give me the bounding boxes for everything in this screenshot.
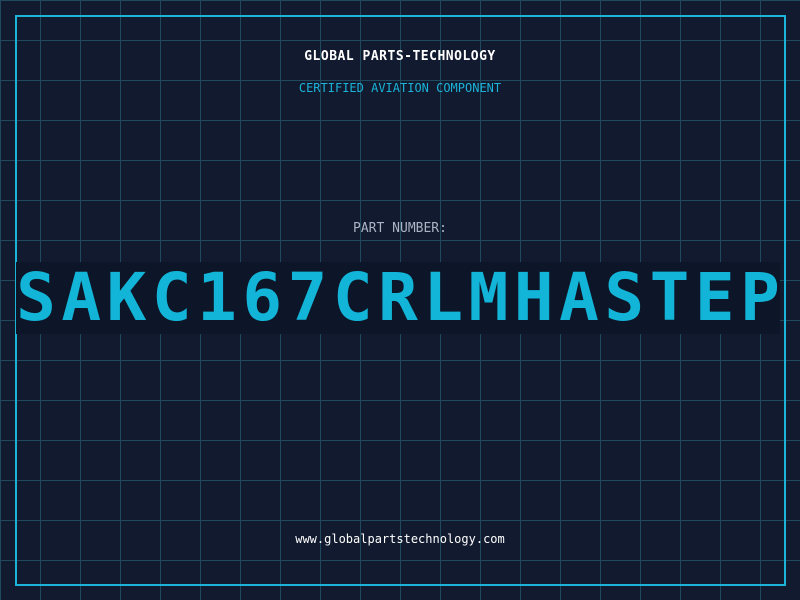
part-number: SAKC167CRLMHASTEP <box>16 262 780 334</box>
part-number-char: A <box>559 259 599 336</box>
part-number-char: 1 <box>197 259 237 336</box>
part-number-char: S <box>16 259 56 336</box>
part-number-char: R <box>378 259 418 336</box>
certification-subtitle: CERTIFIED AVIATION COMPONENT <box>298 81 502 95</box>
website-url: www.globalpartstechnology.com <box>295 532 505 546</box>
part-number-char: M <box>468 259 509 336</box>
part-number-char: T <box>649 259 690 336</box>
part-number-char: K <box>106 259 147 336</box>
part-number-label: PART NUMBER: <box>353 221 447 236</box>
part-number-char: H <box>513 259 554 336</box>
part-number-char: 6 <box>242 259 283 336</box>
part-number-char: S <box>604 259 645 336</box>
company-name: GLOBAL PARTS-TECHNOLOGY <box>304 49 496 64</box>
part-number-char: P <box>740 259 780 336</box>
part-number-char: C <box>151 259 192 336</box>
part-number-char: L <box>423 259 464 336</box>
part-number-char: E <box>694 259 735 336</box>
part-number-char: A <box>61 259 102 336</box>
part-number-char: 7 <box>287 259 328 336</box>
part-number-char: C <box>332 259 373 336</box>
